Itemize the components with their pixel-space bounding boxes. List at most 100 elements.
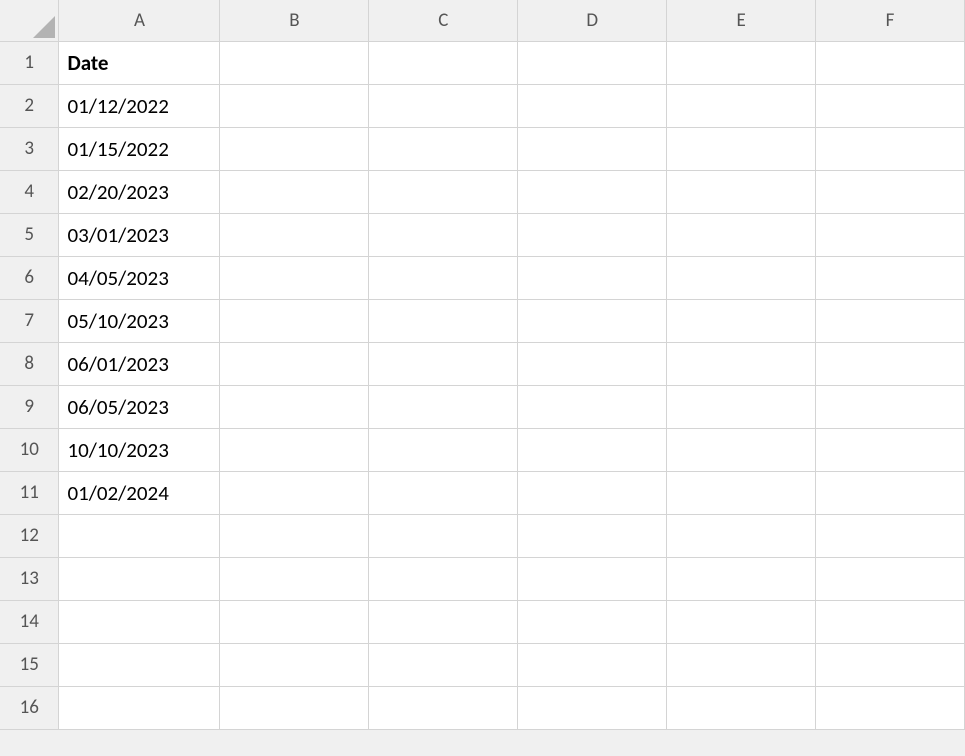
row-header-10[interactable]: 10 <box>0 428 59 471</box>
cell-C12[interactable] <box>369 514 518 557</box>
cell-F1[interactable] <box>816 41 965 84</box>
row-header-14[interactable]: 14 <box>0 600 59 643</box>
cell-E1[interactable] <box>667 41 816 84</box>
row-header-5[interactable]: 5 <box>0 213 59 256</box>
cell-B9[interactable] <box>220 385 369 428</box>
row-header-11[interactable]: 11 <box>0 471 59 514</box>
row-header-3[interactable]: 3 <box>0 127 59 170</box>
cell-D2[interactable] <box>518 84 667 127</box>
cell-B2[interactable] <box>220 84 369 127</box>
cell-C9[interactable] <box>369 385 518 428</box>
cell-B7[interactable] <box>220 299 369 342</box>
cell-E4[interactable] <box>667 170 816 213</box>
cell-F2[interactable] <box>816 84 965 127</box>
cell-B4[interactable] <box>220 170 369 213</box>
cell-F3[interactable] <box>816 127 965 170</box>
cell-D7[interactable] <box>518 299 667 342</box>
cell-F13[interactable] <box>816 557 965 600</box>
row-header-13[interactable]: 13 <box>0 557 59 600</box>
cell-C10[interactable] <box>369 428 518 471</box>
row-header-4[interactable]: 4 <box>0 170 59 213</box>
cell-E11[interactable] <box>667 471 816 514</box>
cell-F7[interactable] <box>816 299 965 342</box>
cell-A1[interactable]: Date <box>59 41 220 84</box>
cell-F10[interactable] <box>816 428 965 471</box>
cell-A16[interactable] <box>59 686 220 729</box>
cell-C11[interactable] <box>369 471 518 514</box>
cell-C4[interactable] <box>369 170 518 213</box>
cell-A3[interactable]: 01/15/2022 <box>59 127 220 170</box>
cell-E9[interactable] <box>667 385 816 428</box>
cell-B8[interactable] <box>220 342 369 385</box>
cell-E3[interactable] <box>667 127 816 170</box>
cell-C5[interactable] <box>369 213 518 256</box>
cell-A11[interactable]: 01/02/2024 <box>59 471 220 514</box>
cell-D11[interactable] <box>518 471 667 514</box>
cell-F11[interactable] <box>816 471 965 514</box>
cell-A4[interactable]: 02/20/2023 <box>59 170 220 213</box>
row-header-7[interactable]: 7 <box>0 299 59 342</box>
cell-B14[interactable] <box>220 600 369 643</box>
cell-E15[interactable] <box>667 643 816 686</box>
cell-C13[interactable] <box>369 557 518 600</box>
column-header-E[interactable]: E <box>667 0 816 41</box>
cell-E16[interactable] <box>667 686 816 729</box>
cell-E7[interactable] <box>667 299 816 342</box>
column-header-D[interactable]: D <box>518 0 667 41</box>
column-header-A[interactable]: A <box>59 0 220 41</box>
cell-E12[interactable] <box>667 514 816 557</box>
cell-A13[interactable] <box>59 557 220 600</box>
cell-B5[interactable] <box>220 213 369 256</box>
cell-E13[interactable] <box>667 557 816 600</box>
cell-F9[interactable] <box>816 385 965 428</box>
cell-D13[interactable] <box>518 557 667 600</box>
cell-D5[interactable] <box>518 213 667 256</box>
cell-B13[interactable] <box>220 557 369 600</box>
cell-F12[interactable] <box>816 514 965 557</box>
cell-D8[interactable] <box>518 342 667 385</box>
cell-C6[interactable] <box>369 256 518 299</box>
cell-D14[interactable] <box>518 600 667 643</box>
cell-E10[interactable] <box>667 428 816 471</box>
row-header-16[interactable]: 16 <box>0 686 59 729</box>
cell-B6[interactable] <box>220 256 369 299</box>
cell-C8[interactable] <box>369 342 518 385</box>
cell-B10[interactable] <box>220 428 369 471</box>
select-all-corner[interactable] <box>0 0 59 41</box>
cell-D12[interactable] <box>518 514 667 557</box>
cell-C1[interactable] <box>369 41 518 84</box>
cell-A15[interactable] <box>59 643 220 686</box>
cell-B3[interactable] <box>220 127 369 170</box>
cell-C15[interactable] <box>369 643 518 686</box>
cell-C14[interactable] <box>369 600 518 643</box>
column-header-F[interactable]: F <box>816 0 965 41</box>
row-header-2[interactable]: 2 <box>0 84 59 127</box>
cell-A14[interactable] <box>59 600 220 643</box>
cell-D3[interactable] <box>518 127 667 170</box>
cell-F6[interactable] <box>816 256 965 299</box>
cell-A2[interactable]: 01/12/2022 <box>59 84 220 127</box>
cell-F8[interactable] <box>816 342 965 385</box>
cell-B15[interactable] <box>220 643 369 686</box>
column-header-B[interactable]: B <box>220 0 369 41</box>
cell-D9[interactable] <box>518 385 667 428</box>
row-header-12[interactable]: 12 <box>0 514 59 557</box>
cell-A9[interactable]: 06/05/2023 <box>59 385 220 428</box>
cell-A10[interactable]: 10/10/2023 <box>59 428 220 471</box>
cell-D16[interactable] <box>518 686 667 729</box>
cell-E14[interactable] <box>667 600 816 643</box>
cell-B16[interactable] <box>220 686 369 729</box>
cell-E2[interactable] <box>667 84 816 127</box>
cell-E6[interactable] <box>667 256 816 299</box>
cell-D4[interactable] <box>518 170 667 213</box>
cell-B1[interactable] <box>220 41 369 84</box>
cell-F5[interactable] <box>816 213 965 256</box>
cell-D1[interactable] <box>518 41 667 84</box>
row-header-15[interactable]: 15 <box>0 643 59 686</box>
cell-B12[interactable] <box>220 514 369 557</box>
column-header-C[interactable]: C <box>369 0 518 41</box>
cell-E5[interactable] <box>667 213 816 256</box>
cell-C3[interactable] <box>369 127 518 170</box>
row-header-6[interactable]: 6 <box>0 256 59 299</box>
cell-B11[interactable] <box>220 471 369 514</box>
